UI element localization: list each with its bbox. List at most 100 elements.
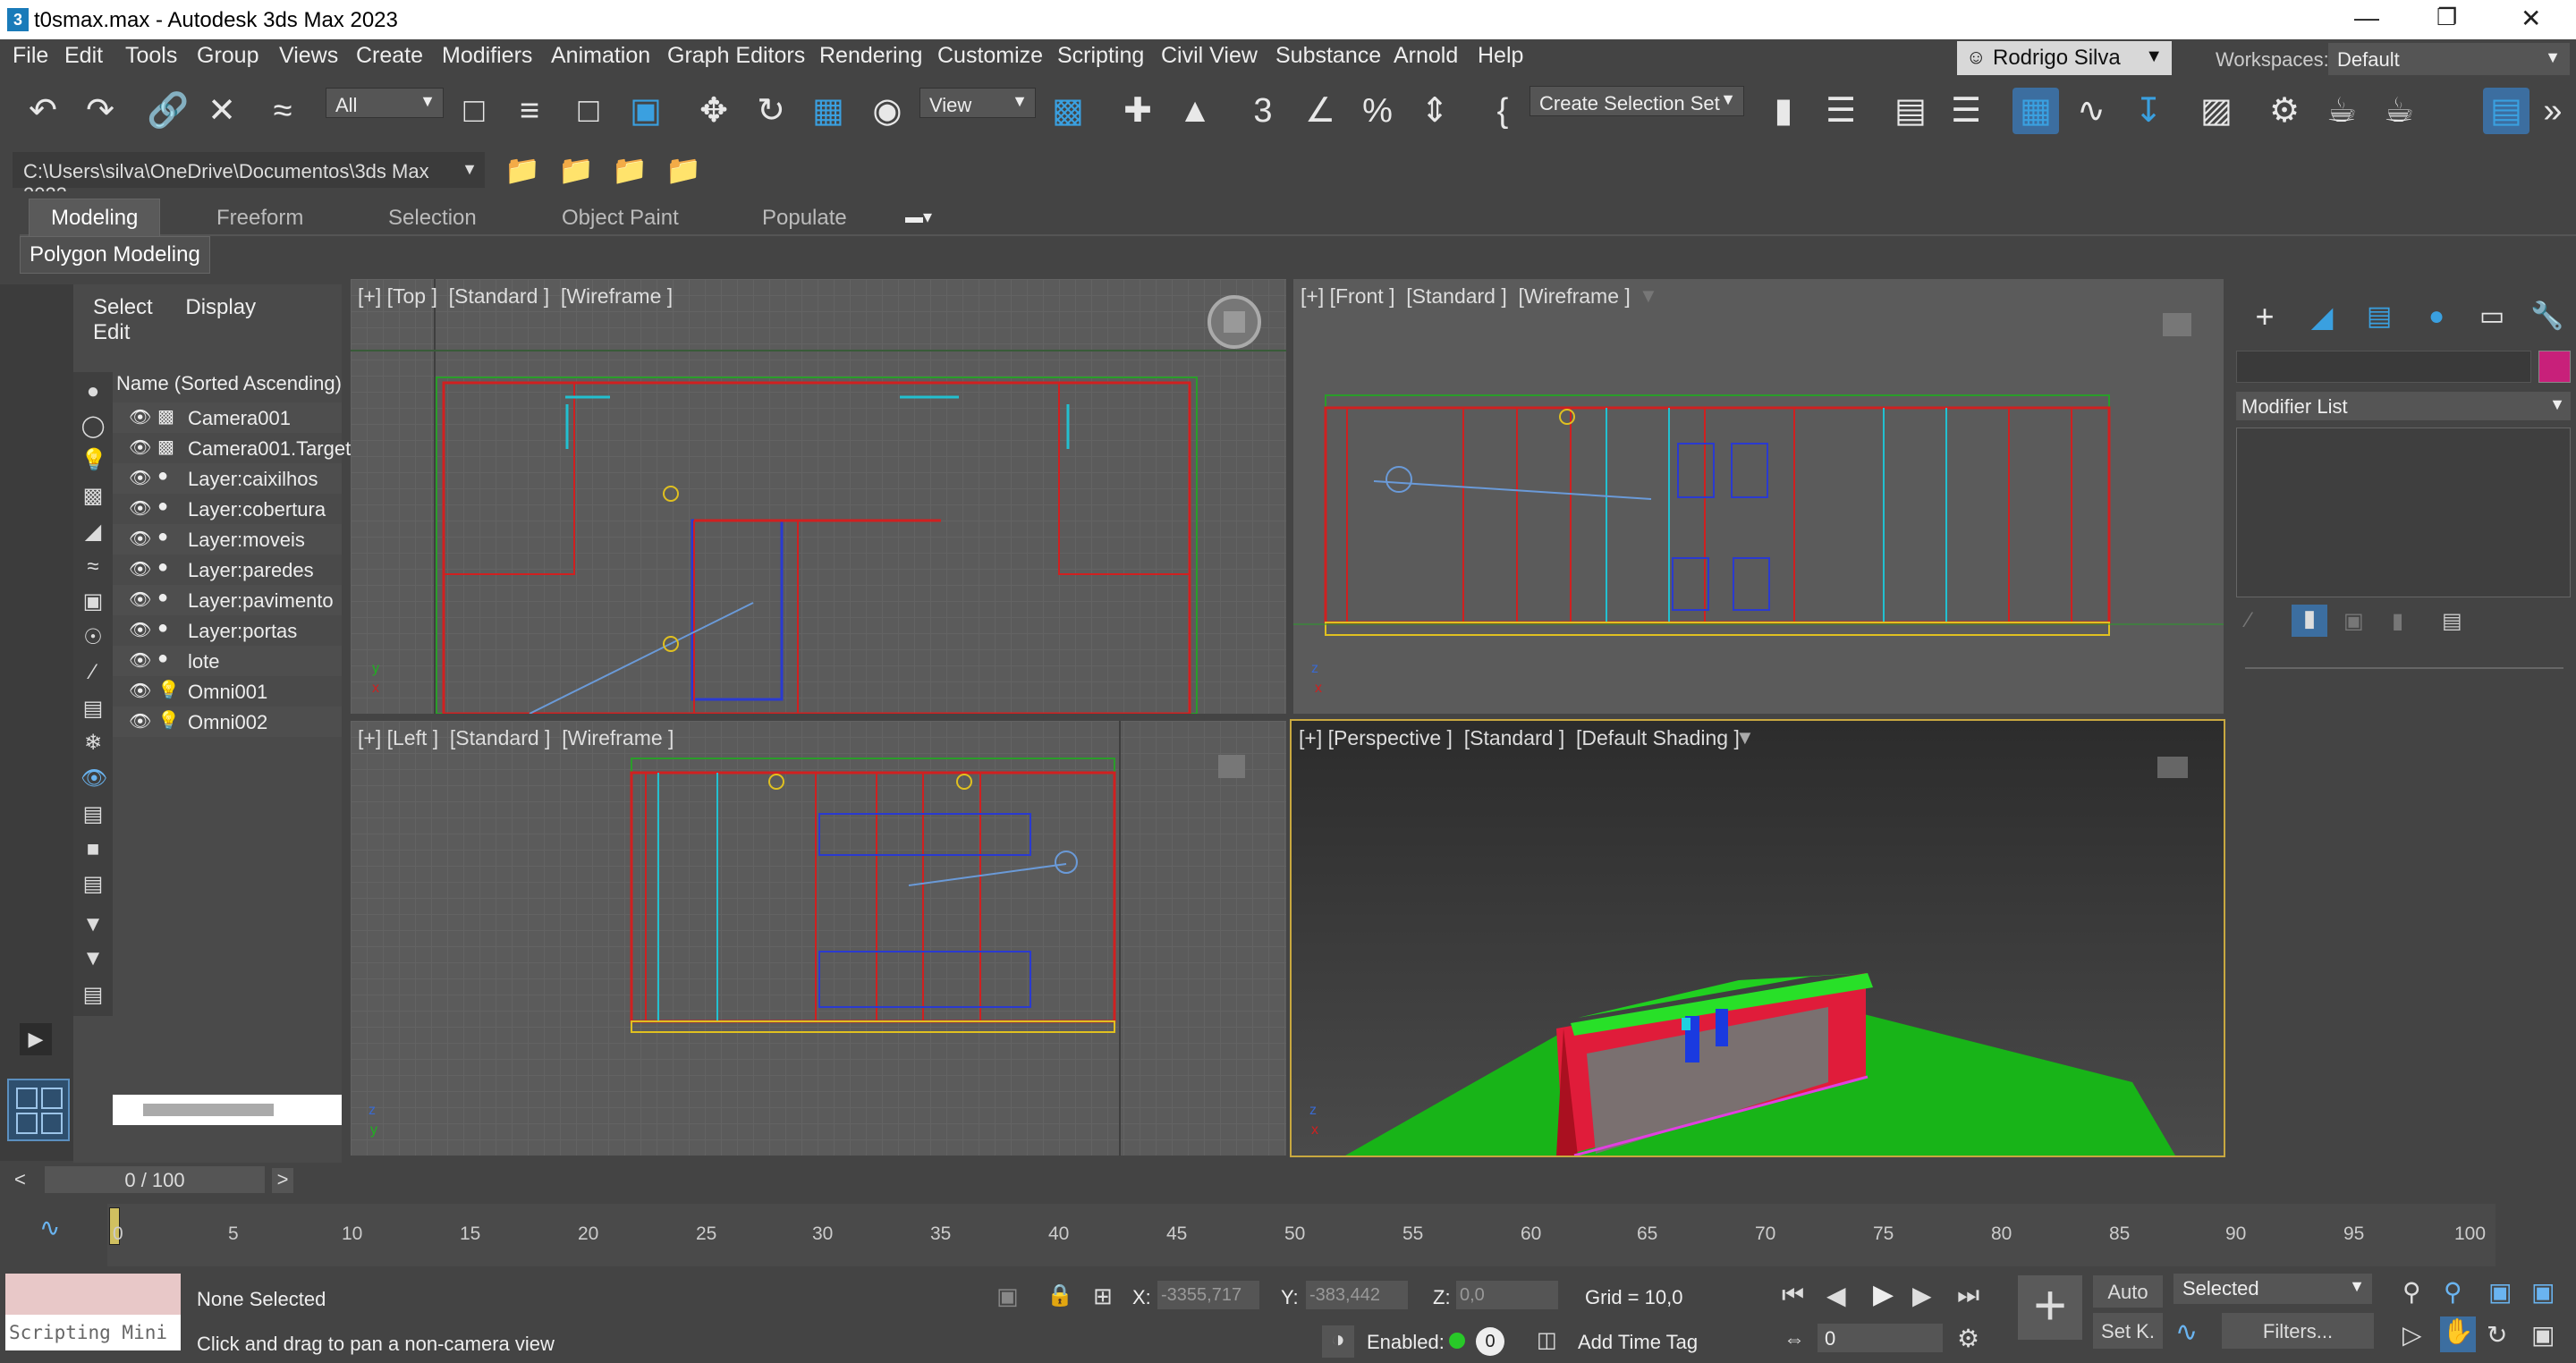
selection-lock-icon[interactable]: 🔒 [1046, 1283, 1073, 1308]
list-item[interactable]: 👁 ● lote [113, 646, 342, 676]
visibility-eye-icon[interactable]: 👁 [129, 649, 151, 672]
user-account-dropdown[interactable]: ☺ Rodrigo Silva ▼ [1957, 41, 2172, 75]
enabled-count[interactable]: 0 [1476, 1327, 1504, 1356]
time-configuration-icon[interactable]: ⚙ [1957, 1324, 1979, 1353]
menu-modifiers[interactable]: Modifiers [442, 43, 532, 69]
keyboard-shortcut-override-icon[interactable]: ▲ [1172, 88, 1218, 134]
filter-hidden-icon[interactable]: 👁 [80, 766, 107, 791]
filter-all-icon[interactable]: ▤ [80, 801, 106, 826]
filter-none-icon[interactable]: ■ [80, 837, 106, 862]
menu-customize[interactable]: Customize [937, 43, 1043, 69]
key-filter-dropdown[interactable]: Selected ▼ [2174, 1274, 2372, 1304]
key-mode-toggle-icon[interactable]: ⇔ [1784, 1327, 1805, 1352]
render-production-icon[interactable]: ☕ [2376, 88, 2422, 134]
close-icon[interactable]: ✕ [2521, 4, 2541, 33]
object-color-swatch[interactable] [2538, 351, 2571, 383]
select-rotate-icon[interactable]: ↻ [748, 88, 794, 134]
visibility-eye-icon[interactable]: 👁 [129, 406, 151, 428]
create-tab-icon[interactable]: + [2241, 293, 2288, 340]
tab-modeling[interactable]: Modeling [29, 199, 161, 236]
auto-key-button[interactable]: Auto [2093, 1275, 2163, 1308]
layer-explorer-icon[interactable]: ☰ [1943, 88, 1989, 134]
filter-lights-icon[interactable]: 💡 [80, 447, 107, 472]
tab-populate[interactable]: Populate [762, 206, 847, 231]
rendered-frame-window-icon[interactable]: ☕ [2318, 88, 2365, 134]
next-frame-icon[interactable]: > [272, 1168, 293, 1193]
rectangular-selection-icon[interactable]: □ [565, 88, 612, 134]
name-column-header[interactable]: Name (Sorted Ascending) [116, 372, 342, 395]
menu-animation[interactable]: Animation [551, 43, 650, 69]
go-to-start-icon[interactable]: ⏮ [1782, 1281, 1804, 1310]
maximize-viewport-icon[interactable]: ▣ [2531, 1320, 2555, 1350]
viewport-layout-icon[interactable] [7, 1079, 70, 1141]
viewport-perspective[interactable]: x z [+] [Perspective ] [Standard ] [Defa… [1290, 719, 2225, 1157]
scene-scroll-track[interactable] [113, 1095, 342, 1125]
menu-file[interactable]: File [13, 43, 48, 69]
menu-arnold[interactable]: Arnold [1394, 43, 1458, 69]
menu-rendering[interactable]: Rendering [819, 43, 922, 69]
list-item[interactable]: 👁 ▩ Camera001.Target [113, 433, 351, 463]
absolute-mode-icon[interactable]: ⊞ [1093, 1283, 1113, 1310]
selection-set-dropdown[interactable]: Create Selection Set ▼ [1530, 86, 1744, 116]
filter-bones-icon[interactable]: ∕ [80, 660, 106, 685]
pivot-center-icon[interactable]: ▩ [1045, 88, 1091, 134]
link-icon[interactable]: 🔗 [145, 88, 191, 134]
key-filters-button[interactable]: Filters... [2222, 1313, 2374, 1349]
list-item[interactable]: 👁 ▩ Camera001 [113, 402, 342, 433]
orbit-icon[interactable]: ↻ [2487, 1320, 2507, 1350]
list-item[interactable]: 👁 ● Layer:cobertura [113, 494, 342, 524]
window-crossing-icon[interactable]: ▣ [623, 88, 669, 134]
configure-modifier-sets-icon[interactable]: ▤ [2442, 608, 2462, 634]
zoom-extents-all-icon[interactable]: ▣ [2531, 1277, 2555, 1307]
scene-scroll-thumb[interactable] [143, 1104, 274, 1116]
select-manipulate-icon[interactable]: ✚ [1114, 88, 1161, 134]
viewport-label-top[interactable]: [+] [Top ] [Standard ] [Wireframe ] [358, 284, 673, 309]
object-name-field[interactable] [2236, 351, 2531, 383]
ribbon-options-icon[interactable]: ▬▾ [905, 206, 932, 228]
visibility-eye-icon[interactable]: 👁 [129, 710, 151, 732]
redo-icon[interactable]: ↷ [77, 88, 123, 134]
scene-menu-edit[interactable]: Edit [93, 320, 130, 344]
remove-modifier-icon[interactable]: ▮ [2392, 608, 2403, 634]
zoom-extents-icon[interactable]: ▣ [2488, 1277, 2512, 1307]
angle-snap-icon[interactable]: ∠ [1297, 88, 1343, 134]
viewport-front[interactable]: x z [+] [Front ] [Standard ] [Wireframe … [1293, 279, 2224, 714]
bind-space-warp-icon[interactable]: ≈ [259, 88, 306, 134]
selection-filter-dropdown[interactable]: All ▼ [326, 88, 444, 118]
viewport-label-perspective[interactable]: [+] [Perspective ] [Standard ] [Default … [1299, 726, 1740, 750]
viewport-label-front[interactable]: [+] [Front ] [Standard ] [Wireframe ] [1301, 284, 1631, 309]
filter-geometry-icon[interactable]: ● [80, 379, 106, 404]
menu-civil-view[interactable]: Civil View [1161, 43, 1258, 69]
viewport-left[interactable]: y z [+] [Left ] [Standard ] [Wireframe ] [351, 721, 1286, 1156]
show-end-result-icon[interactable]: ▮ [2292, 605, 2327, 637]
tab-object-paint[interactable]: Object Paint [562, 206, 679, 231]
adaptive-degradation-icon[interactable]: ◑ [1322, 1325, 1354, 1358]
select-scale-icon[interactable]: ▦ [805, 88, 852, 134]
filter-groups-icon[interactable]: ▣ [80, 588, 106, 614]
menu-tools[interactable]: Tools [125, 43, 177, 69]
menu-graph-editors[interactable]: Graph Editors [667, 43, 805, 69]
isolate-selection-icon[interactable]: ▣ [996, 1283, 1019, 1310]
undo-icon[interactable]: ↶ [20, 88, 66, 134]
filter-spacewarps-icon[interactable]: ≈ [80, 555, 106, 580]
overflow-chevron-icon[interactable]: » [2529, 88, 2576, 134]
select-object-icon[interactable]: □ [451, 88, 497, 134]
filter-containers-icon[interactable]: ▤ [80, 696, 106, 721]
menu-substance[interactable]: Substance [1275, 43, 1381, 69]
utilities-tab-icon[interactable]: 🔧 [2524, 293, 2571, 340]
previous-key-icon[interactable]: ◀ [1826, 1281, 1846, 1310]
polygon-modeling-panel[interactable]: Polygon Modeling [20, 236, 210, 274]
modify-tab-icon[interactable]: ◢ [2299, 293, 2345, 340]
visibility-eye-icon[interactable]: 👁 [129, 497, 151, 520]
display-tab-icon[interactable]: ▭ [2469, 293, 2515, 340]
list-item[interactable]: 👁 💡 Omni001 [113, 676, 342, 707]
go-to-end-icon[interactable]: ⏭ [1957, 1281, 1979, 1310]
visibility-eye-icon[interactable]: 👁 [129, 528, 151, 550]
modifier-stack[interactable] [2236, 428, 2571, 597]
project-folder-icon[interactable]: 📁 [660, 147, 707, 193]
previous-frame-icon[interactable]: < [14, 1168, 26, 1191]
visibility-eye-icon[interactable]: 👁 [129, 680, 151, 702]
visibility-eye-icon[interactable]: 👁 [129, 436, 151, 459]
select-by-name-icon[interactable]: ≡ [506, 88, 553, 134]
scene-menu-select[interactable]: Select [93, 295, 153, 319]
